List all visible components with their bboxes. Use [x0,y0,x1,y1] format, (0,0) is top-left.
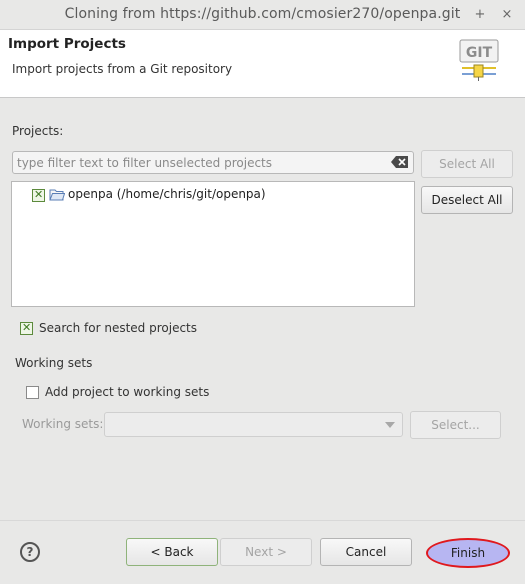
footer-divider [0,520,525,521]
clear-filter-icon[interactable] [391,155,409,169]
cancel-button[interactable]: Cancel [320,538,412,566]
next-button[interactable]: Next > [220,538,312,566]
page-title: Import Projects [8,36,126,52]
nested-projects-checkbox[interactable] [20,321,33,335]
chevron-down-icon [385,422,395,428]
wizard-header: Import Projects Import projects from a G… [0,30,525,98]
window-title: Cloning from https://github.com/cmosier2… [64,6,461,22]
project-checkbox[interactable] [32,188,45,202]
project-tree[interactable]: openpa (/home/chris/git/openpa) [11,181,415,307]
git-logo-icon: GIT [459,39,499,81]
help-icon[interactable]: ? [20,542,40,562]
project-filter-input[interactable] [12,151,414,174]
title-bar: Cloning from https://github.com/cmosier2… [0,0,525,30]
close-icon[interactable]: × [496,4,518,26]
add-to-working-sets-checkbox[interactable] [26,386,39,399]
select-all-button[interactable]: Select All [421,150,513,178]
add-to-working-sets-label: Add project to working sets [45,385,210,399]
nested-projects-label: Search for nested projects [39,321,198,335]
page-subtitle: Import projects from a Git repository [12,62,233,76]
import-projects-dialog: Cloning from https://github.com/cmosier2… [0,0,525,584]
window-menu-icon[interactable]: + [469,4,491,26]
working-sets-heading: Working sets [15,356,93,370]
projects-label: Projects: [12,124,64,138]
deselect-all-button[interactable]: Deselect All [421,186,513,214]
git-logo-text: GIT [466,45,493,61]
folder-icon [49,189,65,201]
working-sets-field-label: Working sets: [22,417,104,431]
project-label: openpa (/home/chris/git/openpa) [68,187,266,201]
working-sets-combo[interactable] [104,412,403,437]
back-button[interactable]: < Back [126,538,218,566]
select-working-sets-button[interactable]: Select... [410,411,501,439]
finish-button[interactable]: Finish [426,538,510,568]
